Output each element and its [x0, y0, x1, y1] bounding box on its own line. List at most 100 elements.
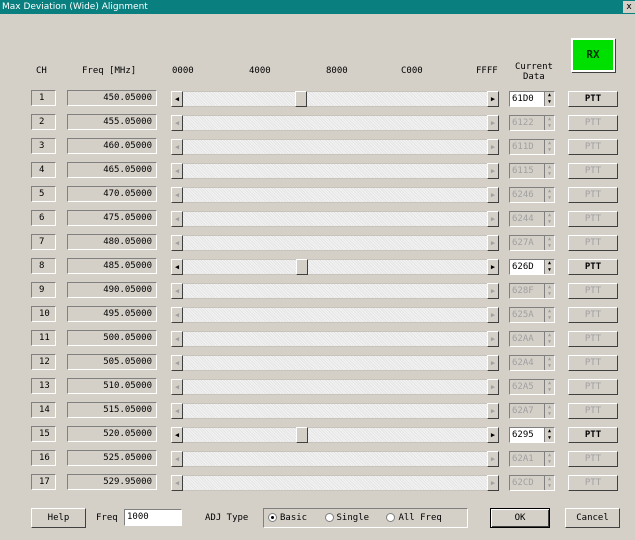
- current-data-spinbox: 625A ▲ ▼: [509, 307, 555, 323]
- slider-right-arrow-icon: ▶: [487, 115, 499, 131]
- slider-right-arrow-icon: ▶: [487, 379, 499, 395]
- channel-row: 15 520.05000 ◀ ▶ 6295 ▲ ▼ PTT: [0, 424, 635, 444]
- slider-left-arrow-icon: ◀: [171, 187, 183, 203]
- deviation-slider[interactable]: ◀ ▶: [171, 427, 499, 443]
- slider-thumb[interactable]: [296, 427, 308, 443]
- channel-number: 9: [31, 282, 56, 298]
- slider-left-arrow-icon[interactable]: ◀: [171, 91, 183, 107]
- current-data-value: 611D: [512, 142, 534, 152]
- current-data-value: 6244: [512, 214, 534, 224]
- current-data-spinbox: 6115 ▲ ▼: [509, 163, 555, 179]
- channel-row: 12 505.05000 ◀ ▶ 62A4 ▲ ▼ PTT: [0, 352, 635, 372]
- channel-row: 13 510.05000 ◀ ▶ 62A5 ▲ ▼ PTT: [0, 376, 635, 396]
- channel-number: 1: [31, 90, 56, 106]
- channel-row: 3 460.05000 ◀ ▶ 611D ▲ ▼ PTT: [0, 136, 635, 156]
- current-data-value: 628F: [512, 286, 534, 296]
- slider-right-arrow-icon: ▶: [487, 211, 499, 227]
- slider-left-arrow-icon[interactable]: ◀: [171, 259, 183, 275]
- adj-single-radio[interactable]: Single: [324, 513, 369, 523]
- slider-right-arrow-icon: ▶: [487, 283, 499, 299]
- adj-basic-radio[interactable]: Basic: [268, 513, 307, 523]
- channel-number: 16: [31, 450, 56, 466]
- scale-tick-c000: C000: [401, 66, 423, 76]
- current-data-value: 62A5: [512, 382, 534, 392]
- spin-updown-icon: ▲ ▼: [544, 188, 554, 202]
- ptt-button[interactable]: PTT: [568, 91, 618, 107]
- current-data-spinbox: 62AA ▲ ▼: [509, 331, 555, 347]
- ptt-button: PTT: [568, 379, 618, 395]
- channel-row: 11 500.05000 ◀ ▶ 62AA ▲ ▼ PTT: [0, 328, 635, 348]
- current-data-spinbox[interactable]: 6295 ▲ ▼: [509, 427, 555, 443]
- spin-updown-icon[interactable]: ▲ ▼: [544, 260, 554, 274]
- channel-frequency: 470.05000: [67, 186, 157, 202]
- scale-tick-8000: 8000: [326, 66, 348, 76]
- close-button[interactable]: x: [623, 1, 635, 13]
- scale-tick-0000: 0000: [172, 66, 194, 76]
- adj-basic-label: Basic: [280, 513, 308, 523]
- channel-frequency: 475.05000: [67, 210, 157, 226]
- rx-indicator[interactable]: RX: [571, 38, 615, 72]
- current-data-spinbox: 627A ▲ ▼: [509, 235, 555, 251]
- current-data-spinbox[interactable]: 626D ▲ ▼: [509, 259, 555, 275]
- current-data-value: 62AA: [512, 334, 534, 344]
- slider-right-arrow-icon[interactable]: ▶: [487, 91, 499, 107]
- channel-number: 10: [31, 306, 56, 322]
- cancel-button[interactable]: Cancel: [565, 508, 620, 528]
- current-data-spinbox: 611D ▲ ▼: [509, 139, 555, 155]
- slider-right-arrow-icon[interactable]: ▶: [487, 427, 499, 443]
- slider-left-arrow-icon: ◀: [171, 379, 183, 395]
- spin-updown-icon: ▲ ▼: [544, 164, 554, 178]
- ptt-button: PTT: [568, 187, 618, 203]
- channel-row: 9 490.05000 ◀ ▶ 628F ▲ ▼ PTT: [0, 280, 635, 300]
- channel-row: 5 470.05000 ◀ ▶ 6246 ▲ ▼ PTT: [0, 184, 635, 204]
- help-button[interactable]: Help: [31, 508, 86, 528]
- current-data-value: 625A: [512, 310, 534, 320]
- deviation-slider[interactable]: ◀ ▶: [171, 91, 499, 107]
- spin-updown-icon[interactable]: ▲ ▼: [544, 428, 554, 442]
- ptt-button: PTT: [568, 283, 618, 299]
- slider-right-arrow-icon: ▶: [487, 355, 499, 371]
- deviation-slider[interactable]: ◀ ▶: [171, 259, 499, 275]
- slider-left-arrow-icon[interactable]: ◀: [171, 427, 183, 443]
- current-data-spinbox: 62CD ▲ ▼: [509, 475, 555, 491]
- slider-left-arrow-icon: ◀: [171, 235, 183, 251]
- ok-button[interactable]: OK: [490, 508, 550, 528]
- current-data-value: 62A4: [512, 358, 534, 368]
- current-data-header-line2: Data: [523, 72, 545, 82]
- ptt-button[interactable]: PTT: [568, 259, 618, 275]
- channel-number: 3: [31, 138, 56, 154]
- current-data-value: 6122: [512, 118, 534, 128]
- channel-frequency: 460.05000: [67, 138, 157, 154]
- slider-left-arrow-icon: ◀: [171, 331, 183, 347]
- ptt-button[interactable]: PTT: [568, 427, 618, 443]
- current-data-header-line1: Current: [515, 62, 553, 72]
- channel-frequency: 450.05000: [67, 90, 157, 106]
- spin-updown-icon: ▲ ▼: [544, 332, 554, 346]
- deviation-slider: ◀ ▶: [171, 331, 499, 347]
- slider-thumb[interactable]: [296, 259, 308, 275]
- channel-frequency: 465.05000: [67, 162, 157, 178]
- slider-left-arrow-icon: ◀: [171, 475, 183, 491]
- freq-header: Freq [MHz]: [82, 66, 137, 76]
- channel-frequency: 510.05000: [67, 378, 157, 394]
- spin-updown-icon[interactable]: ▲ ▼: [544, 92, 554, 106]
- channel-number: 5: [31, 186, 56, 202]
- slider-right-arrow-icon: ▶: [487, 403, 499, 419]
- current-data-spinbox[interactable]: 61D0 ▲ ▼: [509, 91, 555, 107]
- adj-allfreq-radio[interactable]: All Freq: [386, 513, 442, 523]
- channel-frequency: 485.05000: [67, 258, 157, 274]
- channel-number: 2: [31, 114, 56, 130]
- deviation-slider: ◀ ▶: [171, 307, 499, 323]
- channel-number: 13: [31, 378, 56, 394]
- channel-row: 6 475.05000 ◀ ▶ 6244 ▲ ▼ PTT: [0, 208, 635, 228]
- adj-type-label: ADJ Type: [205, 513, 249, 523]
- ptt-button: PTT: [568, 355, 618, 371]
- freq-input[interactable]: 1000: [124, 509, 182, 526]
- deviation-slider: ◀ ▶: [171, 475, 499, 491]
- slider-right-arrow-icon: ▶: [487, 235, 499, 251]
- slider-right-arrow-icon[interactable]: ▶: [487, 259, 499, 275]
- radio-icon: [324, 513, 334, 522]
- slider-thumb[interactable]: [295, 91, 307, 107]
- spin-updown-icon: ▲ ▼: [544, 116, 554, 130]
- channel-frequency: 500.05000: [67, 330, 157, 346]
